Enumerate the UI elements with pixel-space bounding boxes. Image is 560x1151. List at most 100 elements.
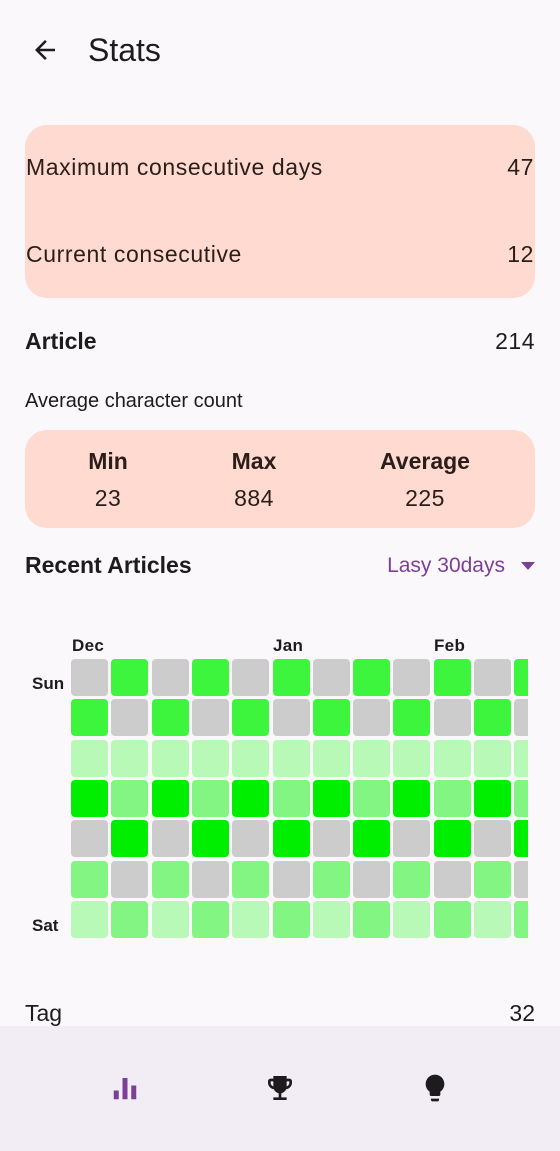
heatmap-cell (514, 900, 528, 938)
heatmap-cell (71, 739, 108, 777)
heatmap-cell (393, 779, 431, 817)
heatmap-cell (232, 900, 270, 938)
tag-row: Tag 32 (25, 1000, 535, 1027)
min-value: 23 (94, 485, 122, 511)
heatmap-cell (433, 739, 471, 777)
recent-articles-title: Recent Articles (25, 552, 192, 578)
heatmap-cell (353, 699, 391, 737)
max-label: Max (231, 448, 277, 474)
heatmap-cell (393, 659, 431, 696)
heatmap-cell (151, 860, 189, 898)
heatmap-cell (514, 820, 528, 858)
article-row: Article 214 (25, 328, 535, 355)
average-value: 225 (405, 485, 445, 511)
bar-chart-icon (113, 1078, 137, 1100)
heatmap-cell (111, 820, 149, 858)
heatmap-cell (393, 739, 431, 777)
tag-count: 32 (509, 1000, 535, 1026)
heatmap-cell (433, 860, 471, 898)
heatmap-cell (312, 900, 350, 938)
heatmap-cell (353, 860, 391, 898)
heatmap-cell (353, 900, 391, 938)
heatmap-cell (151, 699, 189, 737)
heatmap-cell (272, 659, 310, 696)
heatmap-cell (272, 779, 310, 817)
heatmap-cell (111, 900, 149, 938)
month-label-feb: Feb (434, 636, 466, 655)
heatmap-cell (151, 820, 189, 858)
heatmap-cell (232, 659, 270, 696)
character-stats-card: Min 23 Max 884 Average 225 (25, 430, 535, 528)
heatmap-cell (71, 900, 108, 938)
heatmap-cell (272, 699, 310, 737)
heatmap-cell (312, 820, 350, 858)
heatmap-cell (71, 779, 108, 817)
heatmap-cell (353, 659, 391, 696)
heatmap-cell (312, 860, 350, 898)
heatmap-cell (191, 820, 229, 858)
heatmap-cell (393, 699, 431, 737)
heatmap-cell (232, 699, 270, 737)
streak-card (25, 125, 535, 298)
range-selected-label: Lasy 30days (387, 553, 505, 577)
min-stat: Min 23 (58, 430, 158, 528)
heatmap-cell (514, 659, 528, 696)
heatmap-cell (151, 659, 189, 696)
max-consecutive-label: Maximum consecutive days (26, 154, 323, 180)
average-stat: Average 225 (355, 430, 495, 528)
heatmap-cell (151, 900, 189, 938)
heatmap-cell (191, 779, 229, 817)
max-consecutive-row: Maximum consecutive days 47 (26, 154, 534, 181)
heatmap-cell (71, 659, 108, 696)
current-consecutive-row: Current consecutive 12 (26, 241, 534, 268)
heatmap-cell (474, 699, 511, 737)
heatmap-cell (474, 659, 511, 696)
tag-label: Tag (25, 1000, 63, 1026)
bottom-navigation (0, 1026, 560, 1151)
heatmap-cell (474, 820, 511, 858)
lightbulb-icon (425, 1074, 445, 1102)
heatmap-cell (514, 739, 528, 777)
heatmap-cell (272, 820, 310, 858)
heatmap-cell (111, 739, 149, 777)
trophy-icon (268, 1076, 292, 1100)
heatmap-cell (514, 860, 528, 898)
heatmap-cell (433, 779, 471, 817)
heatmap-cell (71, 699, 108, 737)
max-value: 884 (234, 485, 274, 511)
heatmap-cell (232, 739, 270, 777)
heatmap-cell (514, 779, 528, 817)
average-character-count-label: Average character count (25, 390, 243, 412)
heatmap-cell (191, 739, 229, 777)
heatmap-cell (433, 699, 471, 737)
back-button[interactable] (24, 28, 66, 72)
heatmap-cell (191, 900, 229, 938)
heatmap-cell (474, 739, 511, 777)
page-title: Stats (88, 32, 161, 68)
day-label-sun: Sun (32, 674, 65, 693)
arrow-back-icon (35, 40, 55, 60)
heatmap-cell (312, 659, 350, 696)
heatmap-cell (191, 860, 229, 898)
range-dropdown[interactable]: Lasy 30days (387, 554, 535, 578)
max-stat: Max 884 (204, 430, 304, 528)
nav-item-stats[interactable] (95, 1066, 155, 1110)
heatmap-cell (393, 860, 431, 898)
heatmap-cell (474, 900, 511, 938)
heatmap-cell (111, 779, 149, 817)
heatmap-cell (111, 699, 149, 737)
article-count: 214 (495, 328, 535, 354)
heatmap-cell (232, 779, 270, 817)
heatmap-cell (232, 820, 270, 858)
month-label-dec: Dec (72, 636, 105, 655)
heatmap-cell (272, 900, 310, 938)
nav-item-ideas[interactable] (405, 1066, 465, 1110)
average-label: Average (380, 448, 470, 474)
heatmap-cell (433, 900, 471, 938)
heatmap-cell (393, 820, 431, 858)
heatmap-cell (71, 860, 108, 898)
month-label-jan: Jan (273, 636, 304, 655)
nav-item-achievements[interactable] (250, 1066, 310, 1110)
heatmap-cell (151, 739, 189, 777)
heatmap-cell (393, 900, 431, 938)
